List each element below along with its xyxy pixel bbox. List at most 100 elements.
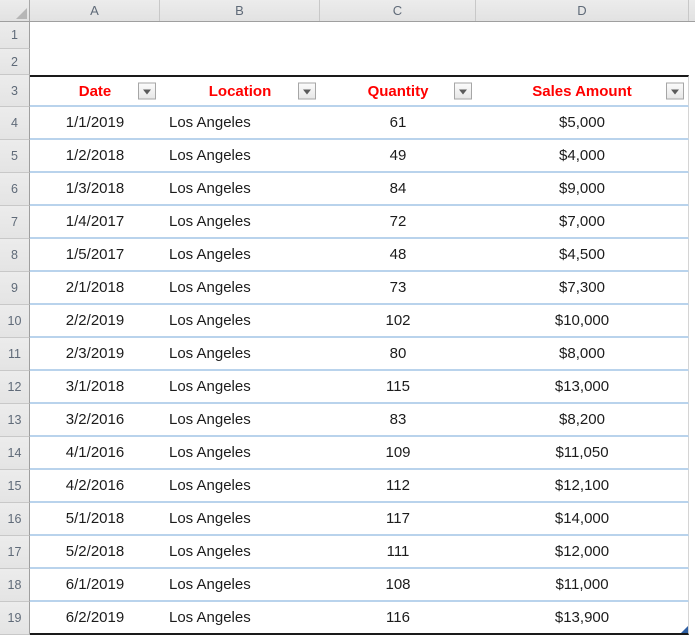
- row-header[interactable]: 15: [0, 470, 30, 503]
- sales-cell[interactable]: $8,000: [476, 338, 688, 369]
- row-header[interactable]: 13: [0, 404, 30, 437]
- column-header-b[interactable]: B: [160, 0, 320, 21]
- date-cell[interactable]: 6/2/2019: [30, 602, 160, 633]
- date-cell[interactable]: 3/1/2018: [30, 371, 160, 402]
- row-header[interactable]: 6: [0, 173, 30, 206]
- quantity-cell[interactable]: 84: [320, 173, 476, 204]
- filter-button-date[interactable]: [138, 82, 156, 100]
- quantity-cell[interactable]: 117: [320, 503, 476, 534]
- row-header-3[interactable]: 3: [0, 75, 30, 107]
- table-row: 13 3/2/2016 Los Angeles 83 $8,200: [0, 404, 695, 437]
- select-all-corner[interactable]: [0, 0, 30, 21]
- row-header[interactable]: 14: [0, 437, 30, 470]
- location-cell[interactable]: Los Angeles: [160, 206, 320, 237]
- quantity-cell[interactable]: 80: [320, 338, 476, 369]
- location-cell[interactable]: Los Angeles: [160, 602, 320, 633]
- sales-cell[interactable]: $12,000: [476, 536, 688, 567]
- sales-cell[interactable]: $7,000: [476, 206, 688, 237]
- date-cell[interactable]: 1/4/2017: [30, 206, 160, 237]
- quantity-cell[interactable]: 49: [320, 140, 476, 171]
- location-cell[interactable]: Los Angeles: [160, 173, 320, 204]
- header-cell-location[interactable]: Location: [160, 77, 320, 105]
- location-cell[interactable]: Los Angeles: [160, 437, 320, 468]
- row-header[interactable]: 11: [0, 338, 30, 371]
- quantity-cell[interactable]: 72: [320, 206, 476, 237]
- sales-cell[interactable]: $4,000: [476, 140, 688, 171]
- location-cell[interactable]: Los Angeles: [160, 569, 320, 600]
- filter-button-quantity[interactable]: [454, 82, 472, 100]
- column-header-c[interactable]: C: [320, 0, 476, 21]
- quantity-cell[interactable]: 115: [320, 371, 476, 402]
- row-header[interactable]: 5: [0, 140, 30, 173]
- location-cell[interactable]: Los Angeles: [160, 305, 320, 336]
- quantity-cell[interactable]: 112: [320, 470, 476, 501]
- date-cell[interactable]: 1/2/2018: [30, 140, 160, 171]
- row-header[interactable]: 9: [0, 272, 30, 305]
- row-header[interactable]: 8: [0, 239, 30, 272]
- row-header-1[interactable]: 1: [0, 22, 30, 49]
- location-cell[interactable]: Los Angeles: [160, 239, 320, 270]
- quantity-cell[interactable]: 111: [320, 536, 476, 567]
- date-cell[interactable]: 1/5/2017: [30, 239, 160, 270]
- quantity-cell[interactable]: 83: [320, 404, 476, 435]
- sales-cell[interactable]: $9,000: [476, 173, 688, 204]
- sales-cell[interactable]: $4,500: [476, 239, 688, 270]
- location-cell[interactable]: Los Angeles: [160, 338, 320, 369]
- empty-cells-row-1[interactable]: [30, 22, 695, 49]
- row-header[interactable]: 19: [0, 602, 30, 635]
- date-cell[interactable]: 2/1/2018: [30, 272, 160, 303]
- quantity-cell[interactable]: 73: [320, 272, 476, 303]
- row-header[interactable]: 17: [0, 536, 30, 569]
- quantity-cell[interactable]: 61: [320, 107, 476, 138]
- location-cell[interactable]: Los Angeles: [160, 503, 320, 534]
- quantity-cell[interactable]: 108: [320, 569, 476, 600]
- row-header[interactable]: 4: [0, 107, 30, 140]
- sales-cell[interactable]: $11,050: [476, 437, 688, 468]
- row-header[interactable]: 12: [0, 371, 30, 404]
- empty-cells-row-2[interactable]: [30, 49, 695, 75]
- table-resize-handle-icon[interactable]: [681, 626, 688, 633]
- location-cell[interactable]: Los Angeles: [160, 371, 320, 402]
- row-header[interactable]: 7: [0, 206, 30, 239]
- date-cell[interactable]: 5/1/2018: [30, 503, 160, 534]
- column-header-d[interactable]: D: [476, 0, 689, 21]
- date-cell[interactable]: 4/2/2016: [30, 470, 160, 501]
- header-cell-sales[interactable]: Sales Amount: [476, 77, 688, 105]
- date-cell[interactable]: 1/1/2019: [30, 107, 160, 138]
- row-header[interactable]: 16: [0, 503, 30, 536]
- sales-cell[interactable]: $14,000: [476, 503, 688, 534]
- location-cell[interactable]: Los Angeles: [160, 470, 320, 501]
- location-cell[interactable]: Los Angeles: [160, 536, 320, 567]
- column-header-a[interactable]: A: [30, 0, 160, 21]
- quantity-cell[interactable]: 102: [320, 305, 476, 336]
- sales-cell[interactable]: $12,100: [476, 470, 688, 501]
- sales-cell[interactable]: $5,000: [476, 107, 688, 138]
- sales-cell[interactable]: $13,000: [476, 371, 688, 402]
- date-cell[interactable]: 6/1/2019: [30, 569, 160, 600]
- date-cell[interactable]: 1/3/2018: [30, 173, 160, 204]
- quantity-cell[interactable]: 48: [320, 239, 476, 270]
- filter-button-location[interactable]: [298, 82, 316, 100]
- date-cell[interactable]: 5/2/2018: [30, 536, 160, 567]
- header-cell-quantity[interactable]: Quantity: [320, 77, 476, 105]
- sales-cell[interactable]: $13,900: [476, 602, 688, 633]
- sales-cell[interactable]: $8,200: [476, 404, 688, 435]
- filter-button-sales[interactable]: [666, 82, 684, 100]
- row-header-2[interactable]: 2: [0, 49, 30, 75]
- location-cell[interactable]: Los Angeles: [160, 140, 320, 171]
- date-cell[interactable]: 4/1/2016: [30, 437, 160, 468]
- date-cell[interactable]: 2/3/2019: [30, 338, 160, 369]
- header-cell-date[interactable]: Date: [30, 77, 160, 105]
- row-header[interactable]: 10: [0, 305, 30, 338]
- date-cell[interactable]: 2/2/2019: [30, 305, 160, 336]
- sales-cell[interactable]: $11,000: [476, 569, 688, 600]
- sales-cell[interactable]: $10,000: [476, 305, 688, 336]
- location-cell[interactable]: Los Angeles: [160, 107, 320, 138]
- quantity-cell[interactable]: 116: [320, 602, 476, 633]
- quantity-cell[interactable]: 109: [320, 437, 476, 468]
- row-header[interactable]: 18: [0, 569, 30, 602]
- location-cell[interactable]: Los Angeles: [160, 404, 320, 435]
- location-cell[interactable]: Los Angeles: [160, 272, 320, 303]
- sales-cell[interactable]: $7,300: [476, 272, 688, 303]
- date-cell[interactable]: 3/2/2016: [30, 404, 160, 435]
